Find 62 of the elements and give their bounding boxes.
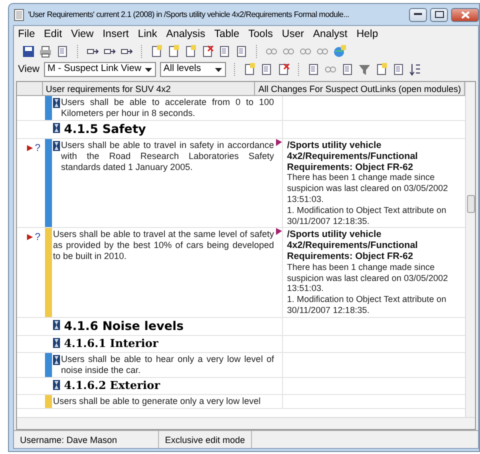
delete-icon[interactable] bbox=[201, 45, 214, 58]
filter-icon[interactable] bbox=[358, 63, 370, 76]
requirement-text: Users shall be able to hear only a very low level of noise inside the car. bbox=[61, 354, 274, 376]
maximize-icon bbox=[434, 11, 444, 18]
menu-item[interactable]: View bbox=[71, 26, 94, 42]
change-detail: There has been 1 change made since suspicion was last cleared on 03/05/2002 13:51:03. bbox=[287, 172, 449, 205]
change-detail: 1. Modification to Object Text attribute on 30/11/2007 12:18:35. bbox=[287, 294, 448, 316]
horizontal-scrollbar[interactable] bbox=[17, 417, 475, 429]
requirement-text: Users shall be able to accelerate from 0 to 100 Kilometers per hour in 8 seconds. bbox=[61, 97, 274, 119]
close-icon bbox=[460, 10, 470, 18]
document-icon[interactable] bbox=[340, 63, 354, 76]
maximize-button[interactable] bbox=[430, 8, 448, 22]
link-path[interactable]: /Sports utility vehicle 4x2/Requirements/Functional Requirements: Object FR-62 bbox=[287, 140, 461, 172]
caret-icon bbox=[214, 68, 222, 72]
header-corner bbox=[17, 82, 43, 96]
document-icon[interactable] bbox=[260, 63, 272, 76]
section-heading: 4.1.6 Noise levels bbox=[63, 318, 184, 334]
section-heading: 4.1.5 Safety bbox=[63, 122, 146, 137]
column-header[interactable]: User requirements for SUV 4x2 bbox=[42, 82, 256, 96]
link-path[interactable]: /Sports utility vehicle 4x2/Requirements/Functional Requirements: Object FR-62 bbox=[287, 229, 461, 262]
view-label: View bbox=[18, 63, 40, 77]
menu-item[interactable]: Table bbox=[214, 26, 240, 42]
menu-item[interactable]: Link bbox=[138, 26, 158, 42]
menu-item[interactable]: Analyst bbox=[313, 26, 348, 42]
change-detail: There has been 1 change made since suspicion was last cleared on 03/05/2002 13:51:03. bbox=[287, 262, 449, 294]
status-text: Exclusive edit mode bbox=[159, 431, 252, 448]
sort-icon[interactable] bbox=[408, 63, 422, 76]
menu-item[interactable]: Analysis bbox=[166, 26, 206, 42]
menu-item[interactable]: Edit bbox=[44, 26, 62, 42]
status-text: Username: Dave Mason bbox=[14, 431, 159, 448]
minimize-button[interactable] bbox=[409, 8, 427, 22]
requirement-text: Users shall be able to generate only a very low level bbox=[53, 396, 261, 407]
document-icon bbox=[13, 8, 25, 20]
globe-icon[interactable] bbox=[333, 45, 346, 58]
delete-icon[interactable] bbox=[276, 63, 290, 76]
minimize-icon bbox=[414, 13, 422, 16]
change-detail: 1. Modification to Object Text attribute on 30/11/2007 12:18:35. bbox=[287, 204, 448, 226]
menu-item[interactable]: Tools bbox=[248, 26, 273, 42]
document-icon[interactable] bbox=[306, 63, 320, 76]
vertical-scrollbar[interactable] bbox=[465, 82, 475, 417]
view-dropdown[interactable]: M - Suspect Link View bbox=[44, 62, 156, 77]
menu-item[interactable]: File bbox=[18, 26, 35, 42]
document-icon[interactable] bbox=[56, 45, 69, 58]
menu-item[interactable]: Help bbox=[356, 26, 378, 42]
document-icon[interactable] bbox=[235, 45, 248, 58]
menu-item[interactable]: User bbox=[282, 26, 304, 42]
document-icon[interactable] bbox=[392, 63, 404, 76]
requirement-text: Users shall be able to travel in safety in accordance with the Road Research Laboratories Safety standards dated 1 January 2005. bbox=[61, 140, 274, 174]
suspect-marker[interactable]: ►? bbox=[25, 143, 40, 154]
section-heading: 4.1.6.1 Interior bbox=[63, 336, 158, 351]
suspect-marker[interactable]: ►? bbox=[25, 232, 40, 244]
menu-item[interactable]: Insert bbox=[102, 26, 129, 42]
caret-icon bbox=[145, 68, 152, 72]
window-title: 'User Requirements' current 2.1 (2008) in /Sports utility vehicle 4x2/Requirements Formal module... bbox=[28, 8, 350, 20]
print-icon[interactable] bbox=[39, 45, 52, 58]
section-heading: 4.1.6.2 Exterior bbox=[63, 378, 160, 393]
requirement-text: Users shall be able to travel at the same level of safety as provided by the best 10% of cars being developed to be built in 2010. bbox=[53, 229, 274, 264]
close-button[interactable] bbox=[451, 8, 479, 22]
save-icon[interactable] bbox=[22, 45, 35, 58]
levels-dropdown[interactable]: All levels bbox=[160, 62, 226, 77]
column-header[interactable]: All Changes For Suspect OutLinks (open modules) bbox=[255, 82, 465, 96]
document-icon[interactable] bbox=[218, 45, 231, 58]
